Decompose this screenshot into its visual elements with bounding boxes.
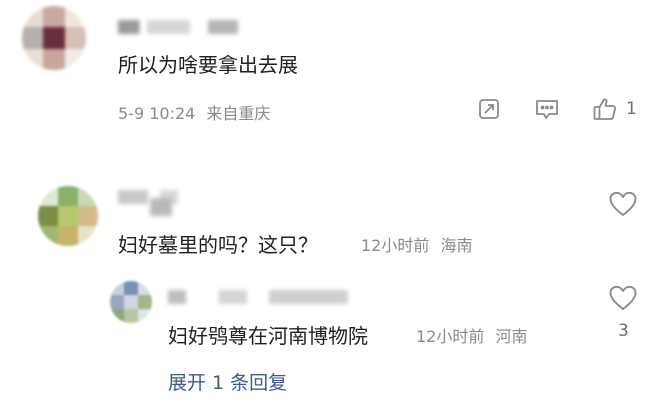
comment-text: 所以为啥要拿出去展 [118, 53, 298, 77]
comment-location: 海南 [440, 236, 473, 255]
username[interactable] [168, 290, 348, 304]
username[interactable] [118, 20, 238, 34]
share-icon[interactable] [477, 97, 501, 121]
avatar[interactable] [22, 6, 86, 70]
comment-meta: 12小时前 海南 [361, 232, 472, 256]
comment-icon[interactable] [534, 97, 560, 121]
expand-replies-link[interactable]: 展开 1 条回复 [168, 368, 287, 395]
comment-meta: 5-9 10:24 来自重庆 [118, 100, 270, 124]
reply-location: 河南 [495, 327, 528, 346]
reply-text: 妇好鸮尊在河南博物院 [168, 324, 368, 348]
username-block [150, 198, 172, 216]
reply-time: 12小时前 [416, 327, 485, 346]
heart-icon[interactable] [608, 190, 638, 218]
thumbs-up-icon[interactable] [592, 96, 618, 122]
comment-text: 妇好墓里的吗？这只？ [118, 233, 318, 257]
comment-time: 5-9 10:24 [118, 104, 196, 123]
comment-time: 12小时前 [361, 236, 430, 255]
reply-meta: 12小时前 河南 [416, 323, 527, 347]
like-count: 1 [626, 99, 637, 119]
avatar[interactable] [38, 186, 98, 246]
comment-location: 来自重庆 [206, 104, 271, 123]
heart-icon[interactable] [608, 284, 638, 312]
like-count: 3 [618, 321, 629, 341]
avatar[interactable] [110, 281, 152, 323]
